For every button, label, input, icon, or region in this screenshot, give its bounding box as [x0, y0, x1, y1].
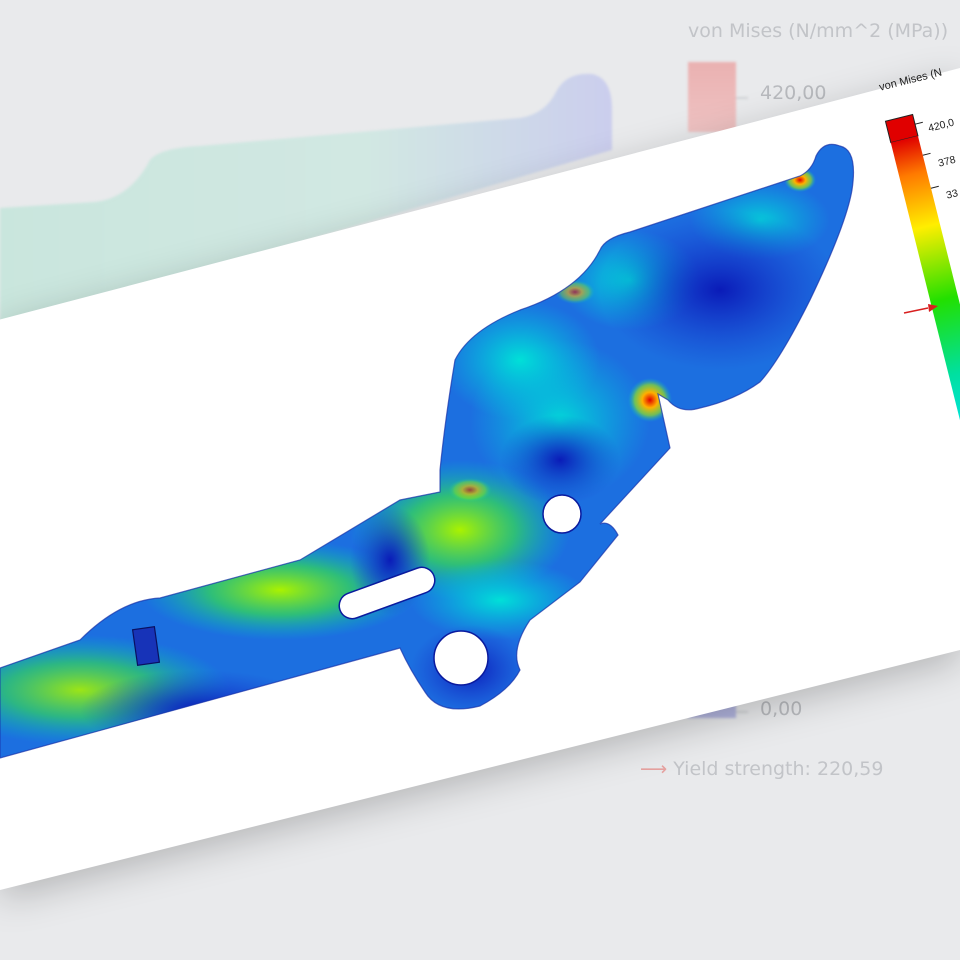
pin-hole-lower	[433, 630, 489, 686]
stress-result-card	[0, 68, 960, 890]
small-rect-cutout	[131, 625, 161, 667]
pin-hole-upper	[542, 494, 582, 534]
